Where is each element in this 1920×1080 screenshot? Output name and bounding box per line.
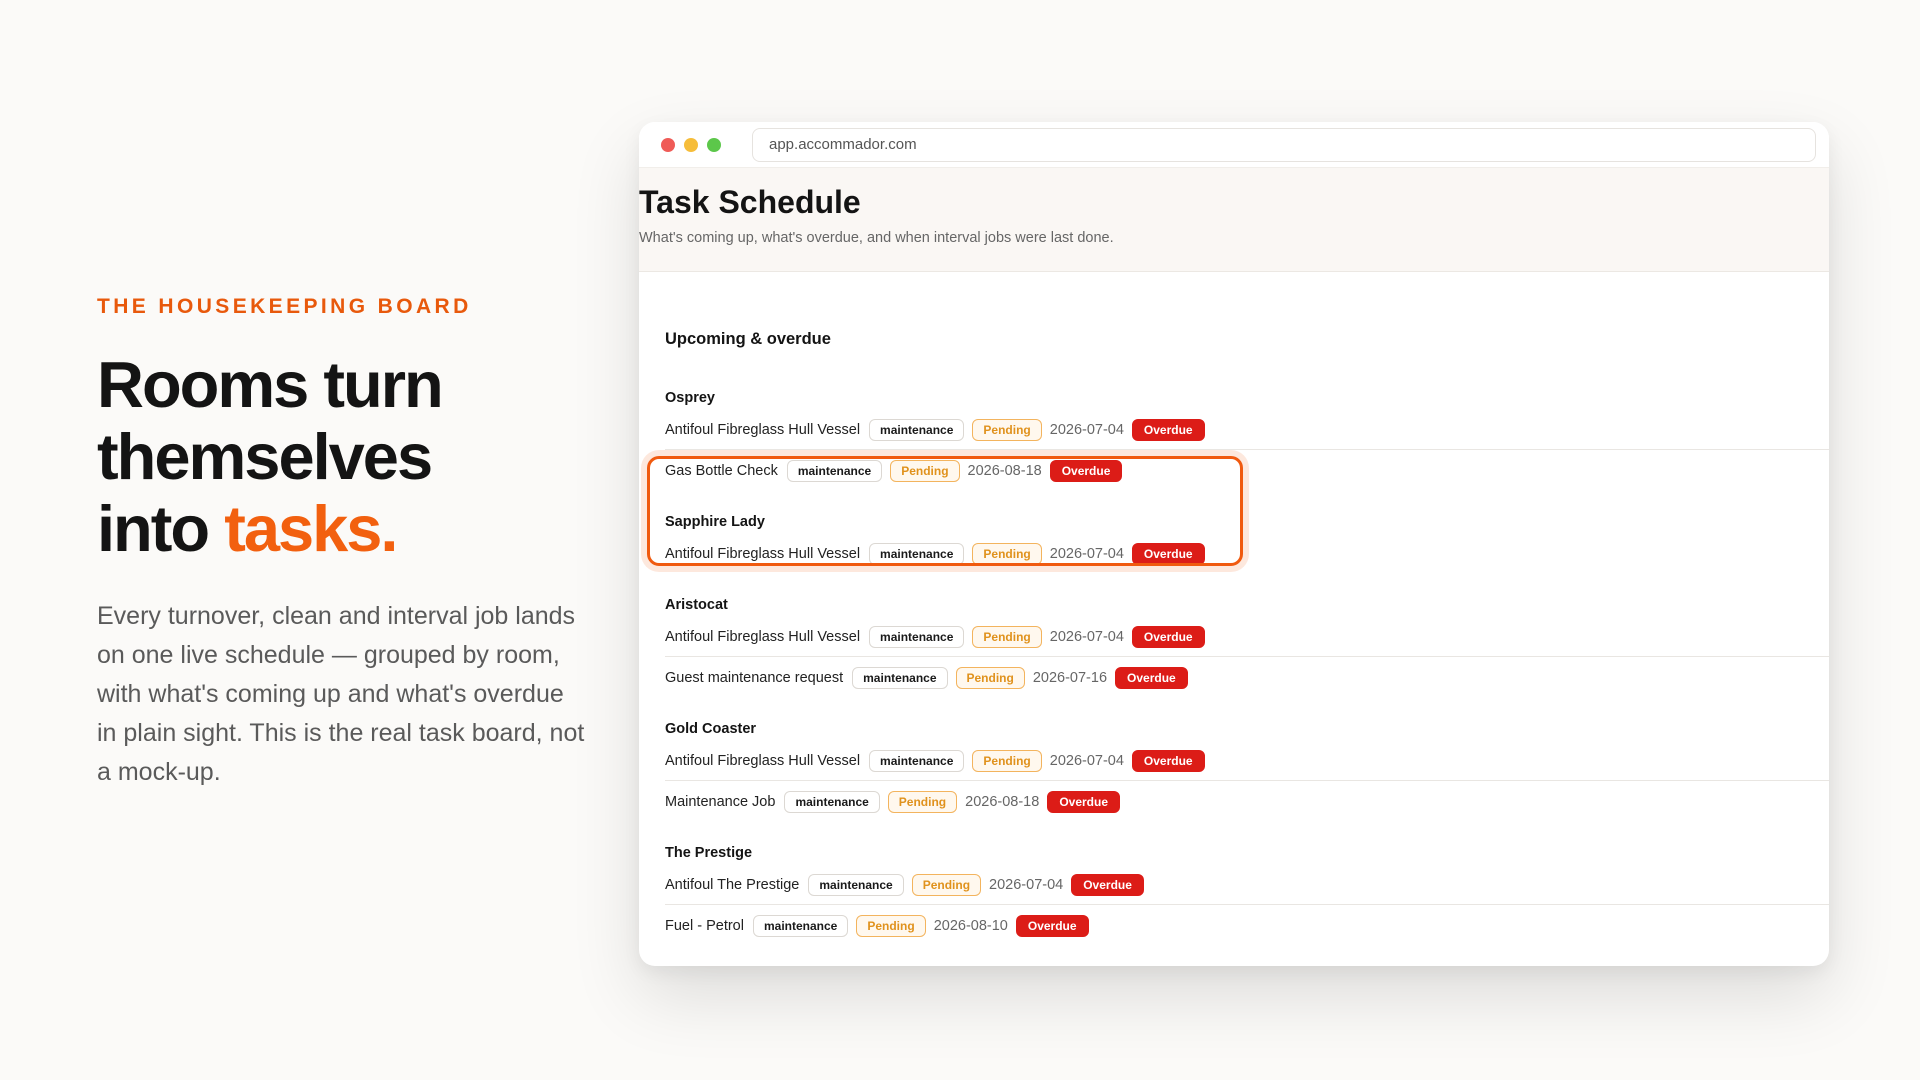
headline: Rooms turn themselves into tasks. bbox=[97, 349, 597, 565]
room-groups: Osprey Antifoul Fibreglass Hull Vessel mai… bbox=[665, 387, 1829, 946]
schedule-content: Upcoming & overdue Osprey Antifoul Fibreg… bbox=[639, 330, 1829, 946]
overdue-badge: Overdue bbox=[1071, 873, 1144, 896]
due-date: 2026-08-10 bbox=[933, 917, 1008, 934]
overdue-badge: Overdue bbox=[1131, 625, 1205, 648]
room-name: Osprey bbox=[665, 390, 715, 406]
due-date: 2026-07-04 bbox=[1049, 628, 1124, 645]
category-tag: maintenance bbox=[869, 749, 965, 772]
room-group: Osprey Antifoul Fibreglass Hull Vessel mai… bbox=[665, 387, 1829, 491]
address-bar[interactable]: app.accommador.com bbox=[752, 127, 1816, 162]
category-tag: maintenance bbox=[786, 459, 883, 482]
browser-chrome: app.accommador.com bbox=[639, 122, 1829, 168]
task-row[interactable]: Antifoul Fibreglass Hull Vessel maintenan… bbox=[665, 409, 1803, 450]
category-tag: maintenance bbox=[752, 914, 849, 937]
task-name[interactable]: Maintenance Job bbox=[665, 794, 775, 810]
task-row[interactable]: Antifoul Fibreglass Hull Vessel maintenan… bbox=[665, 616, 1803, 657]
category-tag: maintenance bbox=[808, 873, 904, 896]
room-name: Aristocat bbox=[665, 597, 728, 613]
overdue-badge: Overdue bbox=[1131, 749, 1205, 772]
lede: Every turnover, clean and interval job l… bbox=[97, 602, 585, 786]
browser-window: app.accommador.com Task Schedule What's … bbox=[639, 122, 1829, 966]
due-date: 2026-07-04 bbox=[1049, 752, 1124, 769]
overdue-badge: Overdue bbox=[1015, 914, 1089, 937]
app-header: Task Schedule What's coming up, what's o… bbox=[639, 168, 1829, 272]
room-group: Sapphire Lady Antifoul Fibreglass Hull Ve… bbox=[665, 511, 1803, 574]
task-name[interactable]: Antifoul Fibreglass Hull Vessel bbox=[665, 629, 860, 645]
category-tag: maintenance bbox=[852, 666, 948, 689]
headline-line-3: into bbox=[97, 492, 225, 565]
task-row[interactable]: Antifoul Fibreglass Hull Vessel maintenan… bbox=[665, 533, 1803, 574]
page-title: Task Schedule bbox=[639, 184, 861, 220]
minimize-window-dot[interactable] bbox=[684, 137, 698, 152]
task-name[interactable]: Antifoul Fibreglass Hull Vessel bbox=[665, 546, 860, 562]
maximize-window-dot[interactable] bbox=[707, 137, 721, 152]
due-date: 2026-07-16 bbox=[1032, 669, 1108, 686]
due-date: 2026-08-18 bbox=[965, 793, 1040, 810]
room-group: Aristocat Antifoul Fibreglass Hull Vessel… bbox=[665, 594, 1829, 698]
due-date: 2026-08-18 bbox=[967, 462, 1042, 479]
overdue-badge: Overdue bbox=[1131, 542, 1205, 565]
task-row[interactable]: Antifoul The Prestige maintenance Pending 2… bbox=[665, 864, 1803, 905]
task-row[interactable]: Gas Bottle Check maintenance Pending 2026-0… bbox=[665, 449, 1829, 491]
room-group: Gold Coaster Antifoul Fibreglass Hull Ves… bbox=[665, 718, 1829, 822]
page-subtitle: What's coming up, what's overdue, and wh… bbox=[639, 230, 1114, 246]
hero: THE HOUSEKEEPING BOARD Rooms turn themse… bbox=[97, 295, 597, 792]
overdue-badge: Overdue bbox=[1115, 666, 1188, 689]
status-badge: Pending bbox=[911, 873, 982, 896]
section-title: Upcoming & overdue bbox=[665, 330, 831, 348]
status-badge: Pending bbox=[972, 749, 1042, 772]
headline-line-2: themselves bbox=[97, 420, 433, 493]
category-tag: maintenance bbox=[869, 418, 965, 441]
headline-line-1: Rooms turn bbox=[97, 348, 444, 421]
task-name[interactable]: Antifoul Fibreglass Hull Vessel bbox=[665, 422, 860, 438]
task-row[interactable]: Fuel - Petrol maintenance Pending 2026-08-1… bbox=[665, 904, 1829, 946]
category-tag: maintenance bbox=[869, 625, 965, 648]
close-window-dot[interactable] bbox=[661, 137, 675, 152]
due-date: 2026-07-04 bbox=[1049, 545, 1124, 562]
eyebrow: THE HOUSEKEEPING BOARD bbox=[97, 295, 472, 318]
category-tag: maintenance bbox=[784, 790, 880, 813]
due-date: 2026-07-04 bbox=[989, 876, 1064, 893]
url-text: app.accommador.com bbox=[769, 136, 917, 153]
task-row[interactable]: Antifoul Fibreglass Hull Vessel maintenan… bbox=[665, 740, 1803, 781]
room-name: The Prestige bbox=[665, 845, 753, 861]
overdue-badge: Overdue bbox=[1131, 418, 1205, 441]
status-badge: Pending bbox=[856, 914, 926, 937]
status-badge: Pending bbox=[955, 666, 1025, 689]
room-name: Sapphire Lady bbox=[665, 514, 765, 530]
status-badge: Pending bbox=[972, 625, 1042, 648]
task-name[interactable]: Antifoul Fibreglass Hull Vessel bbox=[665, 753, 860, 769]
overdue-badge: Overdue bbox=[1049, 459, 1123, 482]
task-name[interactable]: Guest maintenance request bbox=[665, 670, 843, 686]
status-badge: Pending bbox=[972, 542, 1042, 565]
task-name[interactable]: Antifoul The Prestige bbox=[665, 877, 799, 893]
room-name: Gold Coaster bbox=[665, 721, 757, 737]
room-group: The Prestige Antifoul The Prestige mainten… bbox=[665, 842, 1829, 946]
task-name[interactable]: Fuel - Petrol bbox=[665, 918, 744, 934]
task-row[interactable]: Guest maintenance request maintenance Pend… bbox=[665, 656, 1829, 698]
status-badge: Pending bbox=[890, 459, 960, 482]
task-name[interactable]: Gas Bottle Check bbox=[665, 463, 778, 479]
status-badge: Pending bbox=[887, 790, 958, 813]
category-tag: maintenance bbox=[869, 542, 965, 565]
overdue-badge: Overdue bbox=[1047, 790, 1120, 813]
task-row[interactable]: Maintenance Job maintenance Pending 2026-08… bbox=[665, 780, 1829, 822]
due-date: 2026-07-04 bbox=[1049, 421, 1124, 438]
headline-accent: tasks. bbox=[224, 492, 398, 565]
status-badge: Pending bbox=[972, 418, 1042, 441]
